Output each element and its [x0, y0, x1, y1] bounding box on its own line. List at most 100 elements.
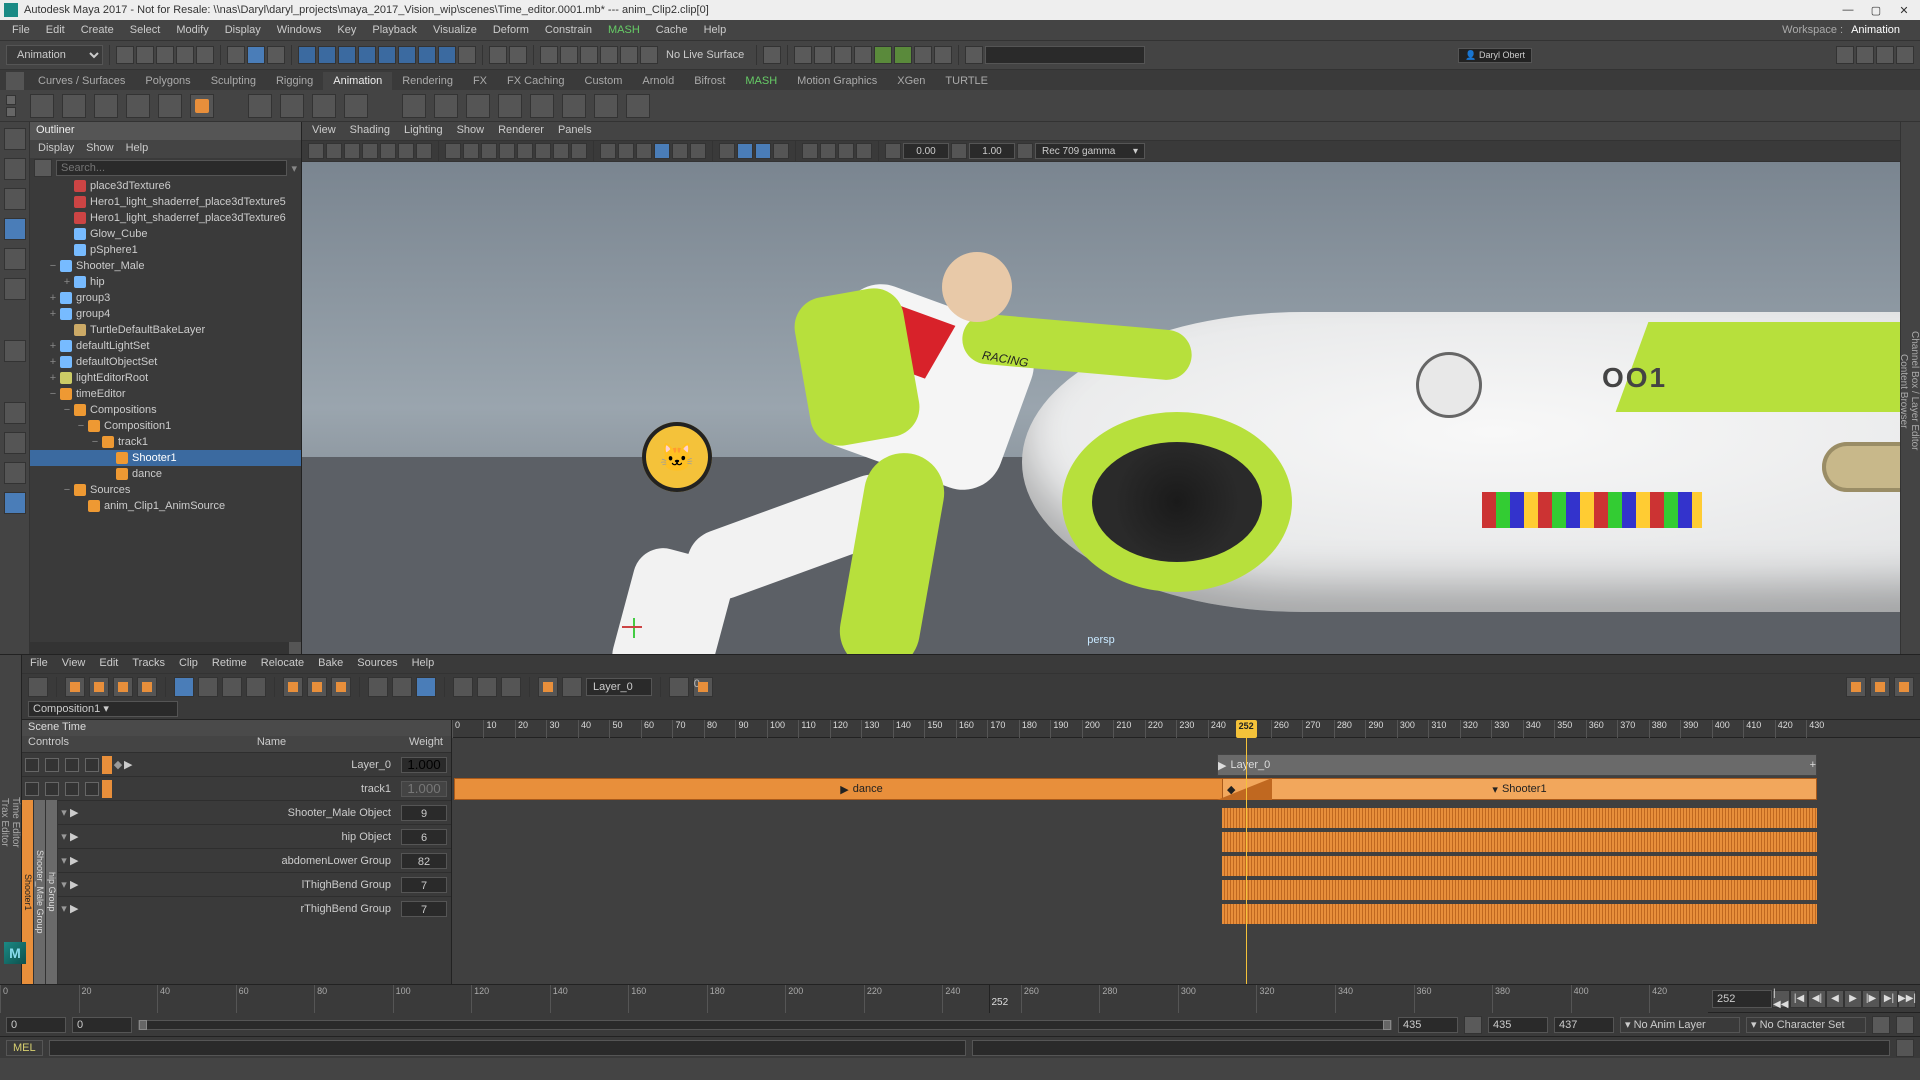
rotate-tool-icon[interactable] [4, 248, 26, 270]
vp-exposure-toggle-icon[interactable] [737, 143, 753, 159]
te-group-hip[interactable]: hip Group [46, 800, 58, 984]
vp-exposure-input[interactable] [903, 143, 949, 159]
outliner-search[interactable] [56, 160, 287, 176]
outliner-menu-help[interactable]: Help [126, 142, 149, 156]
vp-colormgmt-icon[interactable] [1017, 143, 1033, 159]
te-clip-shooter1[interactable]: ◆▾Shooter1 [1222, 778, 1817, 800]
light-editor-icon[interactable] [894, 46, 912, 64]
goto-end-icon[interactable]: ▶▶| [1898, 990, 1916, 1008]
setanimkey-icon[interactable] [280, 94, 304, 118]
sel-component-icon[interactable] [267, 46, 285, 64]
te-weight-layer0[interactable] [401, 757, 447, 773]
te-addaudio-icon[interactable] [89, 677, 109, 697]
te-layermode-icon[interactable] [562, 677, 582, 697]
redo-icon[interactable] [196, 46, 214, 64]
vp-menu-panels[interactable]: Panels [558, 124, 592, 138]
outliner-item[interactable]: anim_Clip1_AnimSource [30, 498, 301, 514]
panel-layout-icon[interactable] [965, 46, 983, 64]
motiontrail-icon[interactable] [126, 94, 150, 118]
outliner-item[interactable]: Hero1_light_shaderref_place3dTexture6 [30, 210, 301, 226]
menu-file[interactable]: File [4, 22, 38, 38]
render-frame-icon[interactable] [814, 46, 832, 64]
te-band-3[interactable] [1222, 856, 1817, 876]
wrap-icon[interactable] [594, 94, 618, 118]
mask-surface-icon[interactable] [358, 46, 376, 64]
vp-menu-show[interactable]: Show [457, 124, 485, 138]
te-menu-relocate[interactable]: Relocate [261, 657, 304, 671]
range-third[interactable] [1554, 1017, 1614, 1033]
te-clip-dance[interactable]: ▶dance [454, 778, 1269, 800]
te-addlayer-icon[interactable] [538, 677, 558, 697]
skeleton-icon[interactable] [626, 94, 650, 118]
pause-render-icon[interactable] [934, 46, 952, 64]
vp-contrast-icon[interactable] [951, 143, 967, 159]
window-minimize[interactable]: — [1840, 4, 1856, 17]
vp-menu-renderer[interactable]: Renderer [498, 124, 544, 138]
toggle-modeling-icon[interactable] [1896, 46, 1914, 64]
menu-create[interactable]: Create [73, 22, 122, 38]
outliner-item[interactable]: −Sources [30, 482, 301, 498]
setkey-icon[interactable] [248, 94, 272, 118]
shelf-tab-polygons[interactable]: Polygons [135, 72, 200, 90]
play-back-icon[interactable]: ◀ [1826, 990, 1844, 1008]
te-menu-sources[interactable]: Sources [357, 657, 397, 671]
vp-gear-icon[interactable] [885, 143, 901, 159]
vp-viewtransform-icon[interactable] [773, 143, 789, 159]
render-settings-icon[interactable] [854, 46, 872, 64]
outliner-filter-icon[interactable] [34, 159, 52, 177]
te-ghost-icon[interactable] [416, 677, 436, 697]
te-band-2[interactable] [1222, 832, 1817, 852]
shelf-menu-icon[interactable] [6, 72, 24, 90]
snap-toggle-icon[interactable] [640, 46, 658, 64]
outliner-item[interactable]: +group4 [30, 306, 301, 322]
te-playhead[interactable] [1246, 720, 1247, 984]
outliner-item[interactable]: +defaultLightSet [30, 338, 301, 354]
vp-gamma-input[interactable] [969, 143, 1015, 159]
ipr-icon[interactable] [834, 46, 852, 64]
te-zero-icon[interactable]: 0 [693, 677, 713, 697]
timeeditor-open-icon[interactable] [190, 94, 214, 118]
shelf-tab-curves[interactable]: Curves / Surfaces [28, 72, 135, 90]
te-row[interactable]: ▾▶hip Object6 [58, 824, 451, 848]
menu-constrain[interactable]: Constrain [537, 22, 600, 38]
te-hold-icon[interactable] [307, 677, 327, 697]
workspace-dropdown[interactable]: Animation [1851, 24, 1900, 36]
te-menu-edit[interactable]: Edit [99, 657, 118, 671]
te-group-shootermale[interactable]: Shooter_Male Group [34, 800, 46, 984]
shelf-tab-sculpting[interactable]: Sculpting [201, 72, 266, 90]
te-row-layer0[interactable]: ◆▶ Layer_0 [22, 752, 451, 776]
te-comp-opt-icon[interactable] [206, 701, 222, 717]
autokey-icon[interactable] [1872, 1016, 1890, 1034]
time-editor-tab[interactable]: Time Editor [10, 661, 21, 984]
unghost-icon[interactable] [94, 94, 118, 118]
te-addpose-icon[interactable] [137, 677, 157, 697]
te-frameplay-icon[interactable] [1894, 677, 1914, 697]
playblast-icon[interactable] [30, 94, 54, 118]
attachpath-icon[interactable] [158, 94, 182, 118]
te-loop-icon[interactable] [283, 677, 303, 697]
shelf-tab-turtle[interactable]: TURTLE [935, 72, 998, 90]
command-search[interactable] [985, 46, 1145, 64]
trax-editor-tab[interactable]: Trax Editor [0, 661, 10, 984]
mask-misc-icon[interactable] [438, 46, 456, 64]
scale-tool-icon[interactable] [4, 278, 26, 300]
range-knob-end[interactable] [1383, 1020, 1391, 1030]
outliner-menu-display[interactable]: Display [38, 142, 74, 156]
te-frameall-icon[interactable] [1846, 677, 1866, 697]
te-band-4[interactable] [1222, 880, 1817, 900]
viewport-canvas[interactable]: 🐱 OO1 RACING persp [302, 162, 1900, 654]
blendshape-icon[interactable] [562, 94, 586, 118]
outliner-item[interactable]: Shooter1 [30, 450, 301, 466]
layout-outliner-icon[interactable] [4, 492, 26, 514]
te-ripple-icon[interactable] [174, 677, 194, 697]
snap-point-icon[interactable] [580, 46, 598, 64]
snap-grid-icon[interactable] [540, 46, 558, 64]
te-row[interactable]: ▾▶rThighBend Group7 [58, 896, 451, 920]
save-scene-icon[interactable] [156, 46, 174, 64]
te-addclip-icon[interactable] [65, 677, 85, 697]
vp-colorspace-dropdown[interactable]: Rec 709 gamma ▾ [1035, 143, 1145, 159]
shelf-tab-xgen[interactable]: XGen [887, 72, 935, 90]
shelf-trash-icon[interactable] [6, 107, 16, 117]
vp-imgplane-icon[interactable] [344, 143, 360, 159]
vp-gate-icon[interactable] [690, 143, 706, 159]
